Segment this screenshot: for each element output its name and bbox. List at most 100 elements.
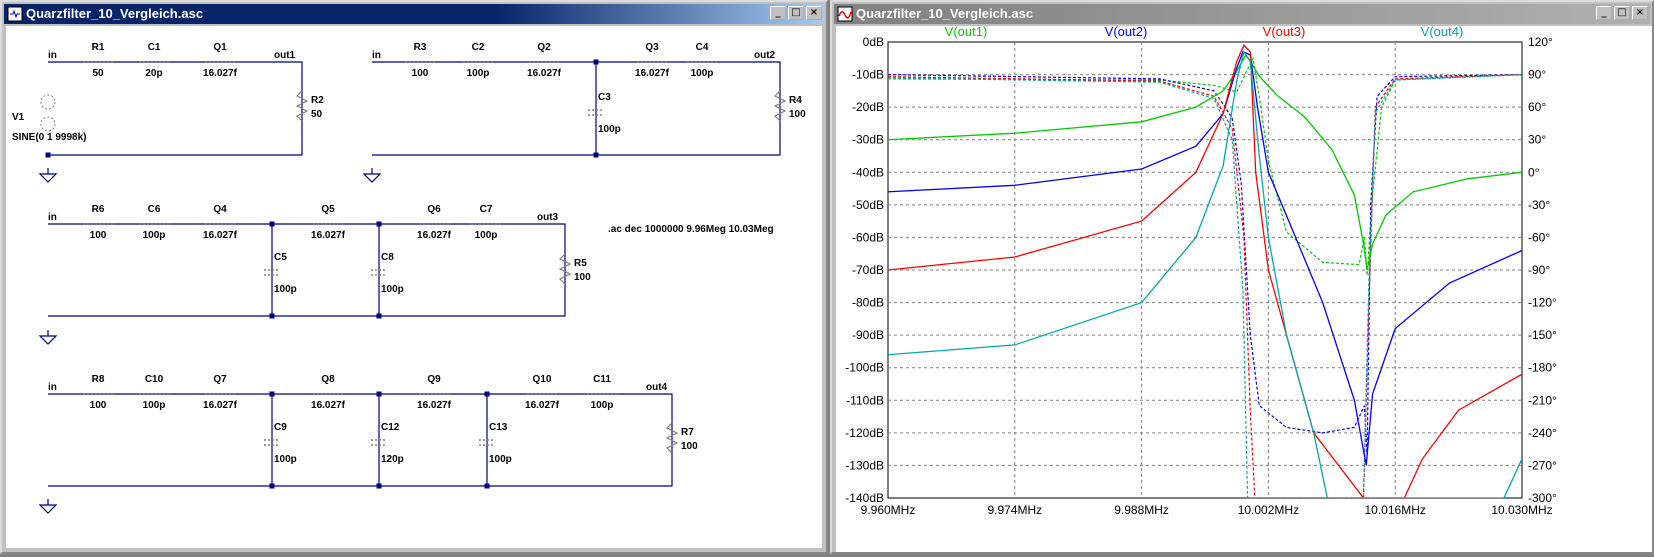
y-tick-label-left: -110dB bbox=[846, 393, 884, 407]
y-tick-label-right: -150° bbox=[1528, 328, 1557, 342]
schematic-titlebar[interactable]: Quarzfilter_10_Vergleich.asc _ □ × bbox=[4, 4, 824, 24]
y-tick-label-left: -20dB bbox=[852, 100, 884, 114]
q3-name: Q3 bbox=[645, 42, 659, 53]
q8-name: Q8 bbox=[321, 374, 335, 385]
q5-name: Q5 bbox=[321, 204, 335, 215]
q5-value: 16.027f bbox=[311, 230, 346, 241]
c4-name: C4 bbox=[696, 42, 709, 53]
x-tick-label: 10.002MHz bbox=[1238, 503, 1299, 517]
r3-value: 100 bbox=[412, 68, 429, 79]
c11-name: C11 bbox=[593, 374, 611, 385]
y-tick-label-left: -120dB bbox=[845, 426, 884, 440]
wire-junction bbox=[45, 152, 51, 158]
r2-name: R2 bbox=[311, 95, 324, 106]
maximize-button[interactable]: □ bbox=[788, 6, 804, 20]
c10-name: C10 bbox=[145, 374, 164, 385]
c3-value: 100p bbox=[598, 124, 621, 135]
wire-junction bbox=[593, 59, 599, 65]
r6-name: R6 bbox=[92, 204, 105, 215]
ground-symbol bbox=[38, 499, 58, 514]
c7-name: C7 bbox=[480, 204, 493, 215]
y-tick-label-right: 60° bbox=[1528, 100, 1546, 114]
maximize-button[interactable]: □ bbox=[1614, 6, 1630, 20]
c8-name: C8 bbox=[381, 252, 394, 263]
y-tick-label-right: -60° bbox=[1528, 230, 1550, 244]
x-tick-label: 10.016MHz bbox=[1365, 503, 1426, 517]
r2-value: 50 bbox=[311, 109, 323, 120]
wire-junction bbox=[269, 483, 275, 489]
schematic-app-icon bbox=[7, 6, 23, 22]
legend-out3: V(out3) bbox=[1263, 26, 1306, 39]
y-tick-label-right: 120° bbox=[1528, 35, 1553, 49]
c6-name: C6 bbox=[148, 204, 161, 215]
c4-value: 100p bbox=[691, 68, 714, 79]
c12-name: C12 bbox=[381, 422, 400, 433]
x-tick-label: 9.988MHz bbox=[1114, 503, 1169, 517]
schematic-title: Quarzfilter_10_Vergleich.asc bbox=[26, 6, 204, 21]
x-tick-label: 9.974MHz bbox=[987, 503, 1042, 517]
q1-name: Q1 bbox=[213, 42, 227, 53]
schematic-canvas[interactable]: in out1 R1 50 C1 20p Q1 16.027f R2 50 V1 SINE(0 1 9… bbox=[6, 26, 822, 548]
r8-value: 100 bbox=[90, 400, 107, 411]
plot-titlebar[interactable]: Quarzfilter_10_Vergleich.asc _ □ × bbox=[834, 4, 1650, 24]
r5-value: 100 bbox=[574, 272, 591, 283]
y-tick-label-right: 30° bbox=[1528, 133, 1546, 147]
c12-value: 120p bbox=[381, 454, 404, 465]
y-tick-label-left: -130dB bbox=[845, 458, 884, 472]
q9-value: 16.027f bbox=[417, 400, 452, 411]
net-label-out4: out4 bbox=[646, 382, 668, 393]
close-button[interactable]: × bbox=[806, 6, 822, 20]
spice-directive: .ac dec 1000000 9.96Meg 10.03Meg bbox=[608, 224, 774, 235]
r7-name: R7 bbox=[681, 427, 694, 438]
legend-out4: V(out4) bbox=[1421, 26, 1464, 39]
ground-symbol bbox=[362, 168, 382, 183]
c6-value: 100p bbox=[143, 230, 166, 241]
y-tick-label-left: -80dB bbox=[852, 296, 884, 310]
wire-junction bbox=[269, 391, 275, 397]
close-button[interactable]: × bbox=[1632, 6, 1648, 20]
schematic-drawing[interactable]: in out1 R1 50 C1 20p Q1 16.027f R2 50 V1 SINE(0 1 9… bbox=[6, 26, 826, 552]
c3-name: C3 bbox=[598, 92, 611, 103]
r6-value: 100 bbox=[90, 230, 107, 241]
wire-junction bbox=[376, 391, 382, 397]
y-tick-label-left: -60dB bbox=[852, 230, 884, 244]
v1-source-symbol[interactable] bbox=[40, 116, 56, 132]
v1-value: SINE(0 1 9998k) bbox=[12, 132, 87, 143]
q3-value: 16.027f bbox=[635, 68, 670, 79]
q10-name: Q10 bbox=[533, 374, 552, 385]
y-tick-label-right: -210° bbox=[1528, 393, 1557, 407]
y-tick-label-right: -180° bbox=[1528, 361, 1557, 375]
waveform-app-icon bbox=[837, 6, 853, 22]
net-label-in: in bbox=[372, 50, 381, 61]
q7-name: Q7 bbox=[213, 374, 227, 385]
y-tick-label-right: -240° bbox=[1528, 426, 1557, 440]
r8-name: R8 bbox=[92, 374, 105, 385]
wire-junction bbox=[484, 483, 490, 489]
minimize-button[interactable]: _ bbox=[770, 6, 786, 20]
y-tick-label-right: -270° bbox=[1528, 458, 1557, 472]
y-tick-label-left: -10dB bbox=[852, 68, 884, 82]
r3-name: R3 bbox=[414, 42, 427, 53]
net-label-in: in bbox=[48, 212, 57, 223]
c9-name: C9 bbox=[274, 422, 287, 433]
wire-junction bbox=[376, 483, 382, 489]
c9-value: 100p bbox=[274, 454, 297, 465]
net-label-out2: out2 bbox=[754, 50, 776, 61]
wire-junction bbox=[593, 152, 599, 158]
wire-junction bbox=[376, 221, 382, 227]
net-label-out3: out3 bbox=[537, 212, 559, 223]
y-tick-label-right: -90° bbox=[1528, 263, 1550, 277]
r7-value: 100 bbox=[681, 441, 698, 452]
v1-source-symbol[interactable] bbox=[40, 94, 56, 110]
minimize-button[interactable]: _ bbox=[1596, 6, 1612, 20]
ground-symbol bbox=[38, 168, 58, 183]
c13-name: C13 bbox=[489, 422, 508, 433]
plot-canvas[interactable]: 0dB 120° -10dB 90° -20dB 60° -30dB 30° -40dB 0° -5… bbox=[836, 24, 1652, 552]
c5-name: C5 bbox=[274, 252, 287, 263]
waveform-plot[interactable]: 0dB 120° -10dB 90° -20dB 60° -30dB 30° -40dB 0° -5… bbox=[836, 24, 1652, 552]
c7-value: 100p bbox=[475, 230, 498, 241]
y-tick-label-left: -40dB bbox=[852, 165, 884, 179]
y-tick-label-left: -50dB bbox=[852, 198, 884, 212]
q4-value: 16.027f bbox=[203, 230, 238, 241]
r1-value: 50 bbox=[92, 68, 104, 79]
